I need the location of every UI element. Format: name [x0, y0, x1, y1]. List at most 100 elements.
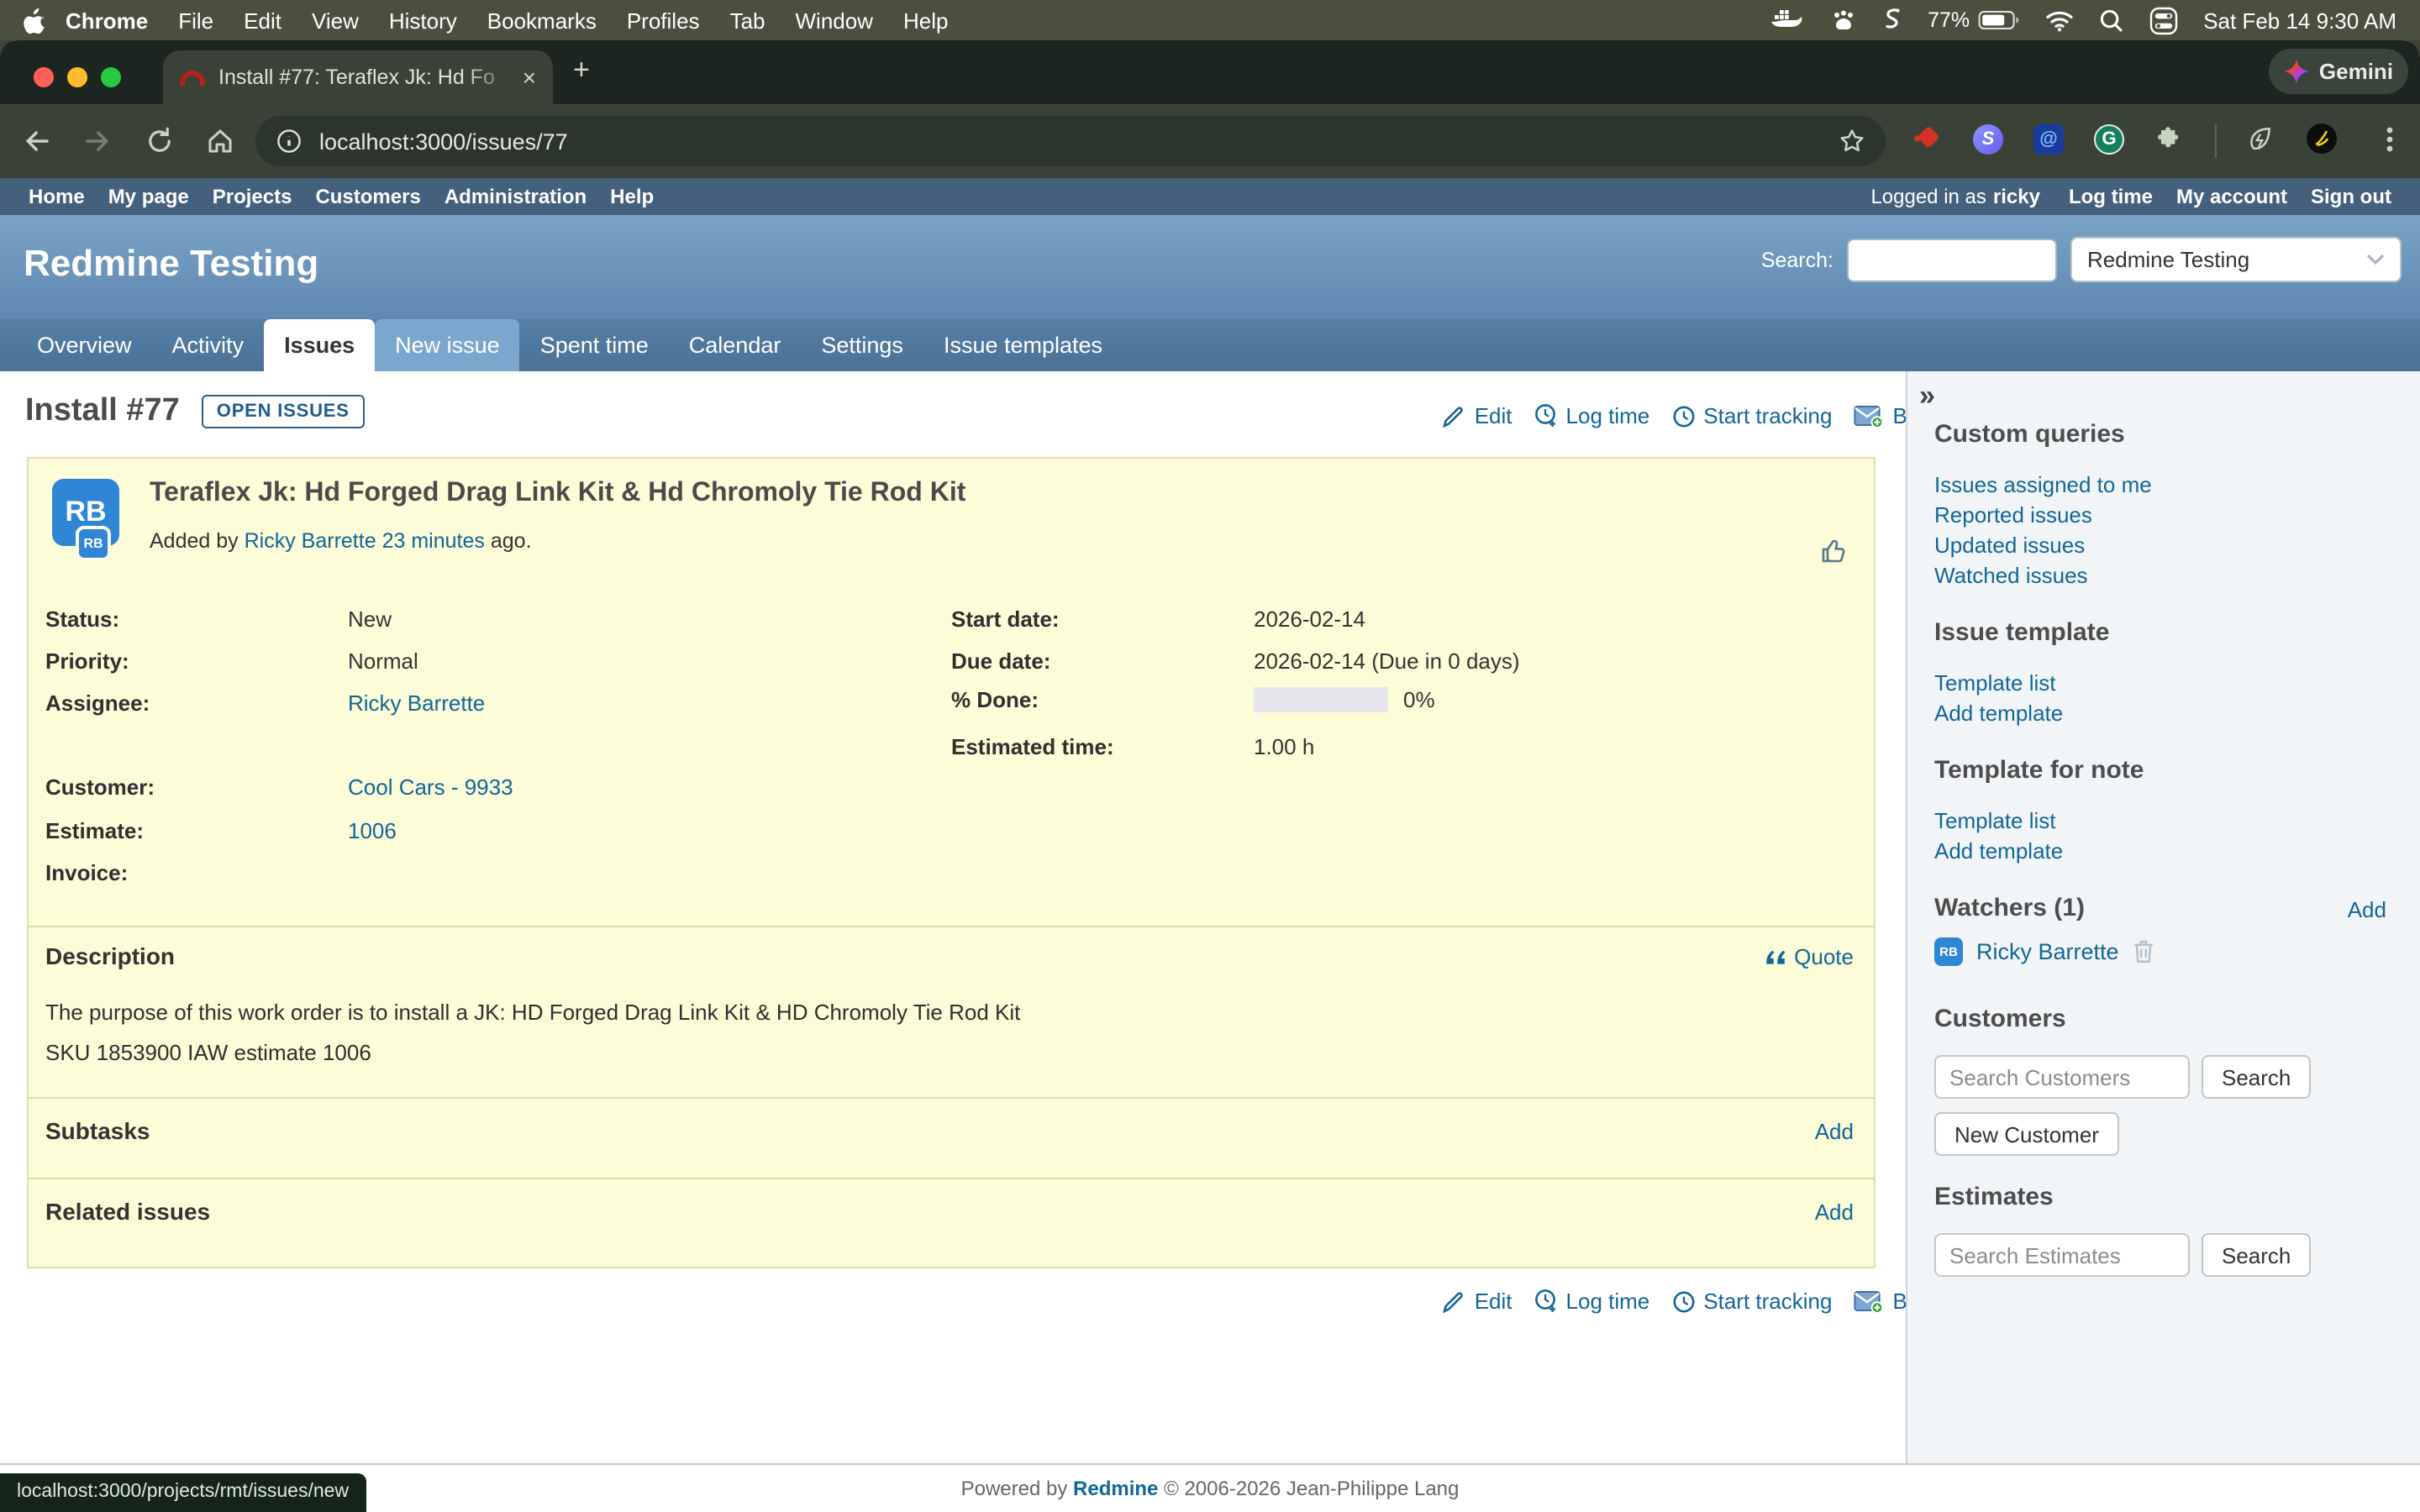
- tab-spent-time[interactable]: Spent time: [520, 319, 669, 371]
- search-estimates-input[interactable]: [1934, 1233, 2190, 1277]
- topnav-projects[interactable]: Projects: [201, 185, 304, 208]
- search-customers-input[interactable]: [1934, 1055, 2190, 1099]
- battery-status[interactable]: 77%: [1928, 8, 2020, 32]
- project-select[interactable]: Redmine Testing: [2070, 237, 2402, 282]
- menubar-clock[interactable]: Sat Feb 14 9:30 AM: [2203, 8, 2396, 33]
- address-bar[interactable]: localhost:3000/issues/77: [255, 116, 1886, 166]
- topnav-home[interactable]: Home: [17, 185, 97, 208]
- tab-close-icon[interactable]: ×: [523, 64, 536, 91]
- assignee-link[interactable]: Ricky Barrette: [348, 690, 485, 716]
- tab-calendar[interactable]: Calendar: [669, 319, 802, 371]
- sidebar-updated-issues[interactable]: Updated issues: [1934, 533, 2085, 558]
- paw-menubar-icon[interactable]: [1830, 8, 1857, 32]
- menu-history[interactable]: History: [374, 8, 472, 33]
- search-estimates-button[interactable]: Search: [2202, 1233, 2311, 1277]
- control-center-icon[interactable]: [2149, 6, 2178, 34]
- apple-menu-icon[interactable]: [24, 8, 45, 33]
- estimates-heading: Estimates: [1934, 1183, 2054, 1211]
- spotlight-search-icon[interactable]: [2099, 8, 2124, 33]
- sidebar-add-template[interactable]: Add template: [1934, 701, 2063, 726]
- gemini-button[interactable]: Gemini: [2269, 49, 2408, 94]
- reload-button[interactable]: [145, 126, 175, 156]
- tab-new-issue[interactable]: New issue: [375, 319, 520, 371]
- forward-button[interactable]: [82, 126, 113, 156]
- search-customers-button[interactable]: Search: [2202, 1055, 2311, 1099]
- attr-assignee: Assignee:Ricky Barrette: [45, 690, 485, 716]
- new-tab-button[interactable]: +: [573, 54, 590, 87]
- back-button[interactable]: [22, 126, 52, 156]
- redmine-favicon: [180, 70, 205, 85]
- redmine-link[interactable]: Redmine: [1073, 1477, 1158, 1500]
- menu-view[interactable]: View: [297, 8, 374, 33]
- thumbs-up-icon[interactable]: [1818, 536, 1850, 566]
- sidebar-note-add-template[interactable]: Add template: [1934, 838, 2063, 864]
- watcher-row: RB Ricky Barrette: [1934, 937, 2154, 966]
- edit-button[interactable]: Edit: [1443, 1289, 1512, 1314]
- global-search-input[interactable]: [1847, 238, 2057, 281]
- browser-tab[interactable]: Install #77: Teraflex Jk: Hd Fo ×: [163, 50, 553, 104]
- sidebar-issues-assigned-to-me[interactable]: Issues assigned to me: [1934, 472, 2152, 497]
- sidebar-template-list[interactable]: Template list: [1934, 670, 2056, 696]
- author-link[interactable]: Ricky Barrette: [245, 529, 376, 553]
- battery-saver-leaf-icon[interactable]: [2245, 124, 2274, 153]
- wifi-icon[interactable]: [2045, 9, 2074, 31]
- add-watcher-link[interactable]: Add: [2348, 897, 2386, 922]
- delete-watcher-icon[interactable]: [2133, 939, 2154, 964]
- add-related-issue-link[interactable]: Add: [1815, 1200, 1854, 1225]
- bookmark-star-icon[interactable]: [1839, 128, 1865, 155]
- tab-settings[interactable]: Settings: [801, 319, 923, 371]
- new-customer-button[interactable]: New Customer: [1934, 1112, 2119, 1156]
- window-close-button[interactable]: [34, 67, 54, 87]
- open-issues-badge[interactable]: OPEN ISSUES: [202, 395, 365, 428]
- window-zoom-button[interactable]: [101, 67, 121, 87]
- logged-in-user[interactable]: ricky: [1993, 185, 2057, 208]
- browser-menu-kebab-icon[interactable]: [2376, 124, 2403, 155]
- watcher-name-link[interactable]: Ricky Barrette: [1976, 939, 2119, 964]
- menu-window[interactable]: Window: [781, 8, 889, 33]
- start-tracking-button[interactable]: Start tracking: [1671, 1289, 1832, 1314]
- topnav-my-account[interactable]: My account: [2165, 185, 2299, 208]
- topnav-help[interactable]: Help: [598, 185, 666, 208]
- window-minimize-button[interactable]: [67, 67, 87, 87]
- menu-tab[interactable]: Tab: [715, 8, 781, 33]
- site-info-icon[interactable]: [276, 128, 302, 155]
- extensions-puzzle-icon[interactable]: [2156, 124, 2185, 153]
- profile-avatar[interactable]: [2306, 123, 2338, 155]
- start-tracking-button[interactable]: Start tracking: [1671, 403, 1832, 428]
- estimate-link[interactable]: 1006: [348, 818, 397, 843]
- sidebar-note-template-list[interactable]: Template list: [1934, 808, 2056, 833]
- extension-grammarly-icon[interactable]: G: [2094, 124, 2124, 155]
- docker-menubar-icon[interactable]: [1771, 8, 1805, 32]
- quote-link[interactable]: Quote: [1764, 944, 1854, 969]
- topnav-my-page[interactable]: My page: [97, 185, 201, 208]
- topnav-sign-out[interactable]: Sign out: [2299, 185, 2403, 208]
- extension-stripe-icon[interactable]: S: [1973, 124, 2003, 155]
- customers-heading: Customers: [1934, 1005, 2066, 1033]
- added-time-link[interactable]: 23 minutes: [382, 529, 485, 553]
- tab-activity[interactable]: Activity: [152, 319, 265, 371]
- extension-at-lock-icon[interactable]: @: [2033, 124, 2064, 155]
- menu-file[interactable]: File: [163, 8, 229, 33]
- sidebar-collapse-icon[interactable]: »: [1919, 380, 1935, 413]
- log-time-button[interactable]: Log time: [1534, 1289, 1650, 1314]
- tab-overview[interactable]: Overview: [17, 319, 152, 371]
- log-time-button[interactable]: Log time: [1534, 403, 1650, 428]
- sidebar-reported-issues[interactable]: Reported issues: [1934, 502, 2092, 528]
- topnav-log-time[interactable]: Log time: [2057, 185, 2165, 208]
- home-button[interactable]: [205, 126, 235, 156]
- tab-issues[interactable]: Issues: [264, 319, 375, 371]
- snake-menubar-icon[interactable]: [1882, 7, 1902, 34]
- edit-button[interactable]: Edit: [1443, 403, 1512, 428]
- menu-edit[interactable]: Edit: [229, 8, 297, 33]
- menu-chrome[interactable]: Chrome: [45, 8, 163, 33]
- topnav-administration[interactable]: Administration: [433, 185, 598, 208]
- customer-link[interactable]: Cool Cars - 9933: [348, 774, 513, 800]
- menu-bookmarks[interactable]: Bookmarks: [472, 8, 612, 33]
- extension-red-icon[interactable]: [1912, 124, 1941, 153]
- topnav-customers[interactable]: Customers: [303, 185, 432, 208]
- menu-profiles[interactable]: Profiles: [612, 8, 715, 33]
- tab-issue-templates[interactable]: Issue templates: [923, 319, 1123, 371]
- menu-help[interactable]: Help: [888, 8, 964, 33]
- add-subtask-link[interactable]: Add: [1815, 1119, 1854, 1144]
- sidebar-watched-issues[interactable]: Watched issues: [1934, 563, 2088, 588]
